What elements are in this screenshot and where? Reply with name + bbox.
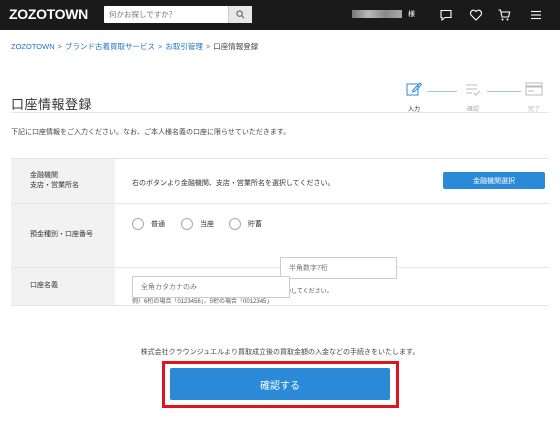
- radio-button[interactable]: [132, 218, 144, 230]
- title-divider: [11, 112, 549, 113]
- cart-icon[interactable]: [497, 8, 511, 22]
- step-connector: [487, 91, 521, 92]
- search-button[interactable]: [228, 6, 252, 23]
- progress-steps: 入力 確認 完了: [395, 80, 555, 113]
- radio-button[interactable]: [229, 218, 241, 230]
- radio-label: 貯蓄: [248, 221, 262, 228]
- bank-row: 金融機関支店・営業所名 右のボタンより金融機関、支店・営業所名を選択してください…: [11, 159, 549, 204]
- radio-label: 当座: [200, 221, 214, 228]
- breadcrumb-separator: >: [57, 42, 62, 51]
- confirm-notice: 株式会社クラウンジュエルより買取成立後の買取金額の入金などの手続きをいたします。: [140, 349, 420, 356]
- page-title: 口座情報登録: [11, 97, 93, 112]
- radio-toza[interactable]: 当座: [181, 218, 214, 230]
- account-holder-input[interactable]: [132, 276, 290, 298]
- intro-text: 下記に口座情報をご入力ください。なお、ご本人様名義の口座に限らせていただきます。: [11, 129, 291, 136]
- breadcrumb-link-service[interactable]: ブランド古着買取サービス: [65, 42, 155, 51]
- zozotown-logo[interactable]: ZOZOTOWN: [9, 6, 88, 22]
- name-row: 口座名義: [11, 268, 549, 306]
- select-bank-button[interactable]: 金融機関選択: [443, 172, 545, 189]
- breadcrumb: ZOZOTOWN > ブランド古着買取サービス > お取引管理 > 口座情報登録: [11, 41, 258, 52]
- breadcrumb-current: 口座情報登録: [213, 42, 259, 51]
- bank-label-line1: 金融機関: [30, 171, 58, 179]
- message-icon[interactable]: [439, 8, 453, 22]
- account-form: 金融機関支店・営業所名 右のボタンより金融機関、支店・営業所名を選択してください…: [11, 158, 549, 306]
- breadcrumb-link-transactions[interactable]: お取引管理: [165, 42, 203, 51]
- name-label: 口座名義: [11, 268, 115, 305]
- radio-futsu[interactable]: 普通: [132, 218, 165, 230]
- user-name-masked: [352, 10, 402, 18]
- pencil-icon: [406, 82, 423, 96]
- bank-label-line2: 支店・営業所名: [30, 182, 79, 189]
- breadcrumb-separator: >: [205, 42, 211, 51]
- heart-icon[interactable]: [469, 8, 483, 22]
- global-header: ZOZOTOWN 様: [0, 0, 560, 30]
- breadcrumb-link-home[interactable]: ZOZOTOWN: [11, 42, 55, 51]
- step-connector: [427, 91, 457, 92]
- card-icon: [525, 82, 543, 96]
- user-honorific: 様: [408, 11, 415, 18]
- account-row: 預金種別・口座番号 普通 当座 貯蓄 ※口座番号が6桁以下の場合は頭に「0」を加…: [11, 204, 549, 305]
- checklist-icon: [466, 84, 481, 96]
- account-label: 預金種別・口座番号: [11, 204, 115, 267]
- search-input[interactable]: [104, 6, 224, 23]
- breadcrumb-separator: >: [158, 42, 163, 51]
- search-icon: [236, 10, 245, 19]
- radio-label: 普通: [151, 221, 165, 228]
- confirm-button[interactable]: 確認する: [170, 368, 390, 400]
- menu-icon[interactable]: [529, 8, 543, 22]
- radio-chochiku[interactable]: 貯蓄: [229, 218, 262, 230]
- search-box: [104, 6, 252, 23]
- radio-button[interactable]: [181, 218, 193, 230]
- bank-label: 金融機関支店・営業所名: [11, 159, 115, 203]
- bank-description: 右のボタンより金融機関、支店・営業所名を選択してください。: [132, 180, 335, 187]
